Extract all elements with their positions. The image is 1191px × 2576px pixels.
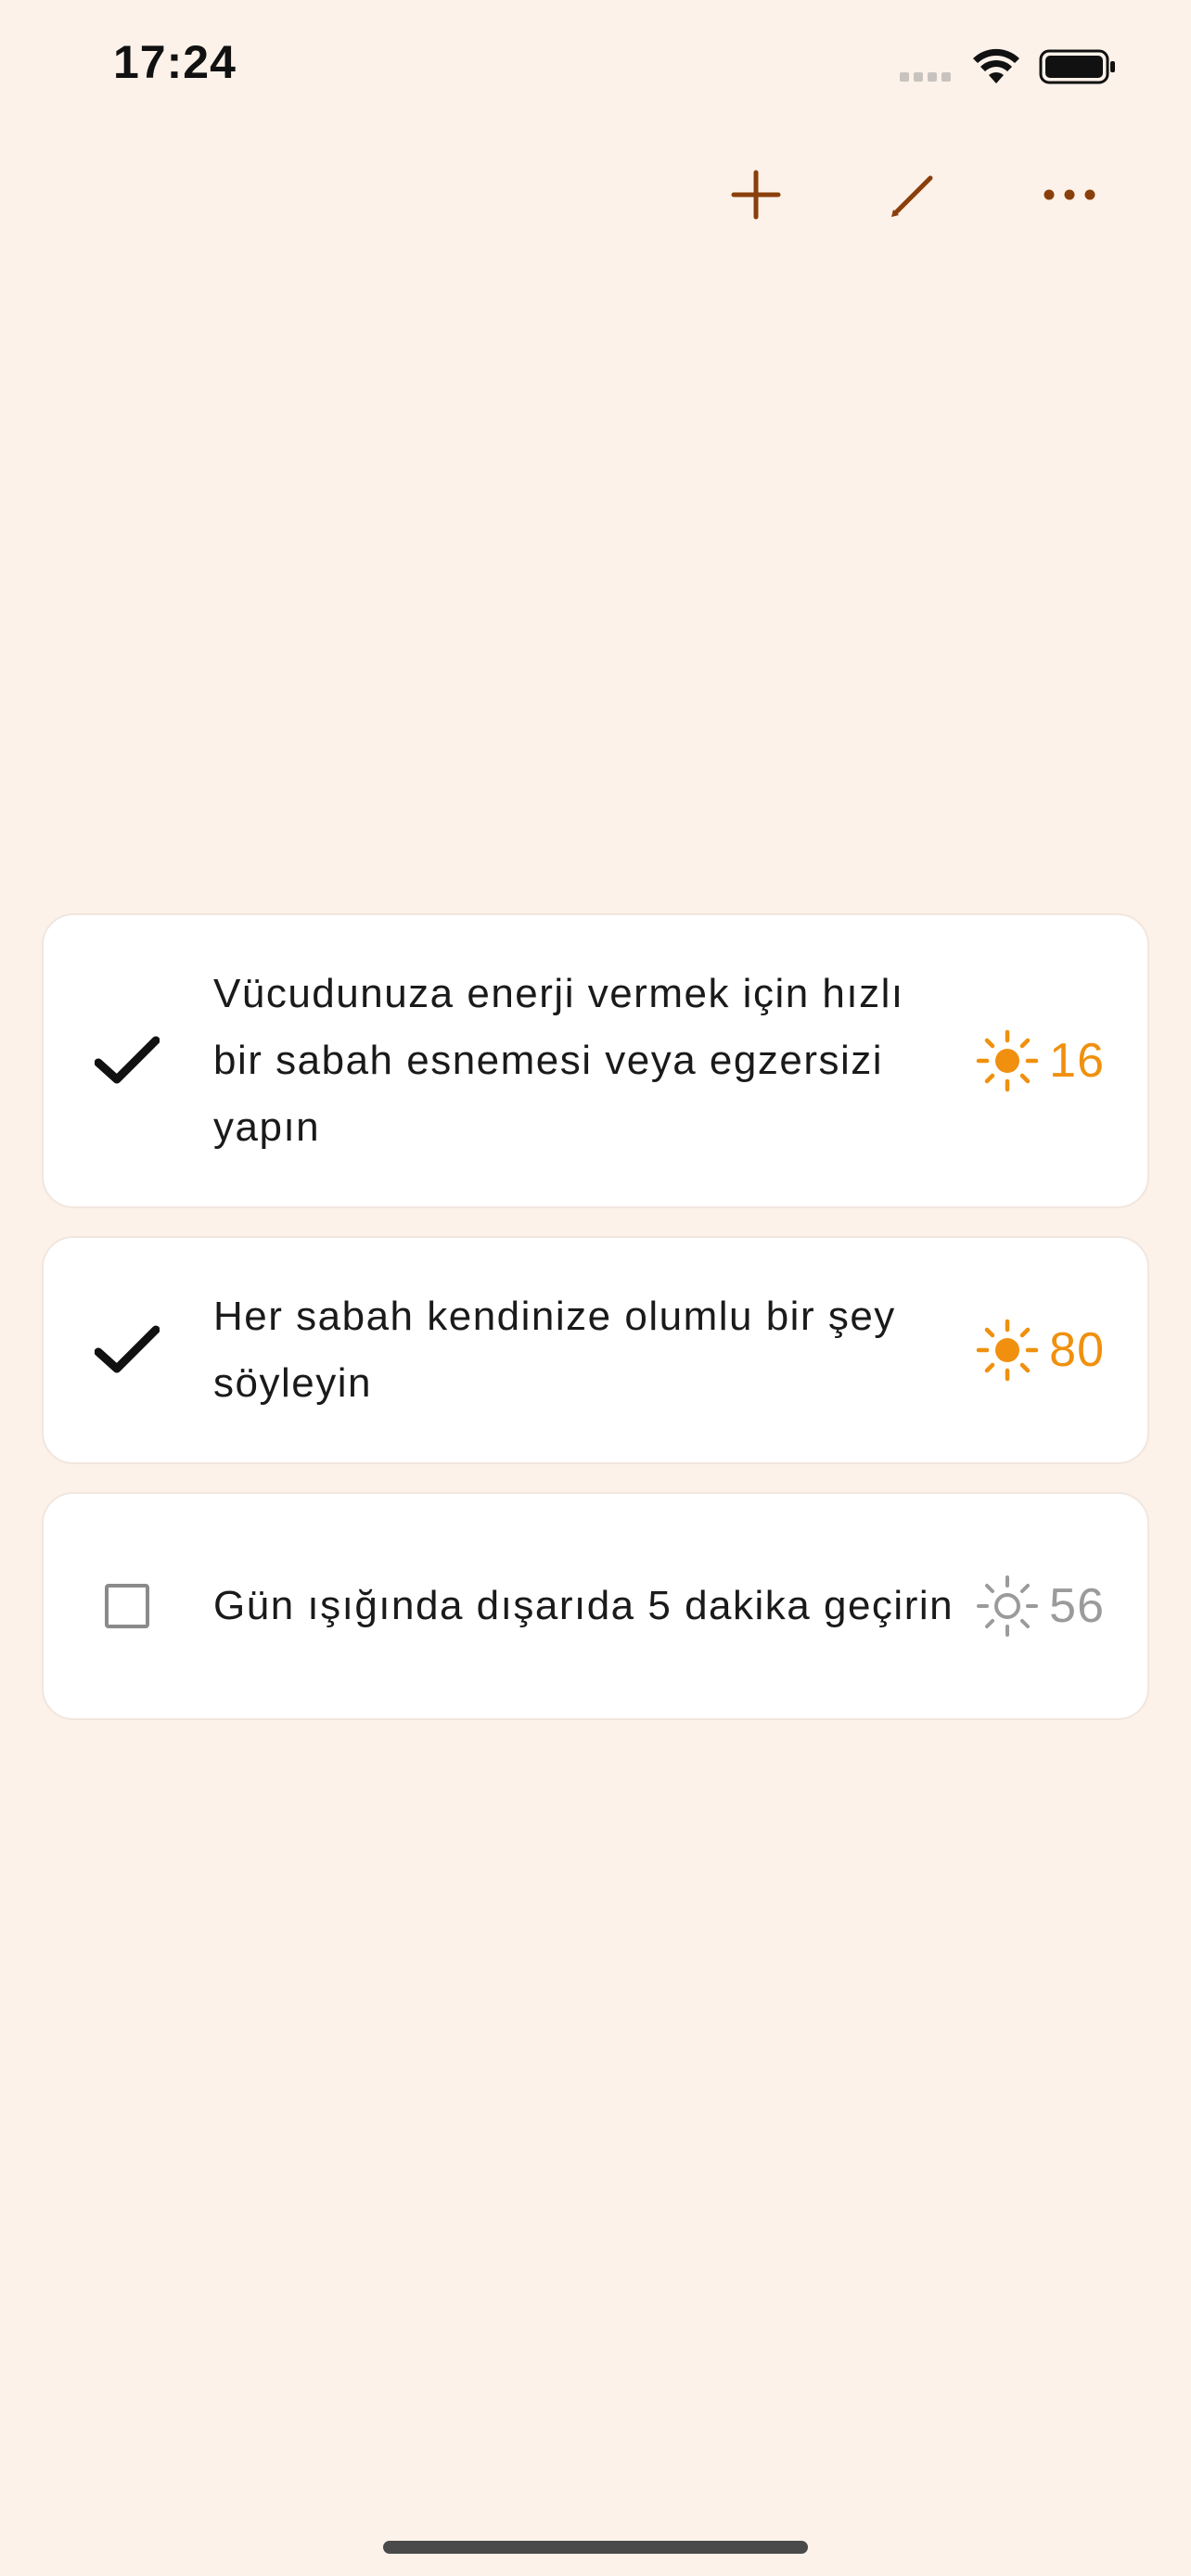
battery-icon (1039, 49, 1115, 84)
checkmark-icon (95, 1325, 160, 1373)
task-text: Vücudunuza enerji vermek için hızlı bir … (213, 971, 904, 1150)
task-card[interactable]: Vücudunuza enerji vermek için hızlı bir … (42, 913, 1149, 1208)
task-card[interactable]: Gün ışığında dışarıda 5 dakika geçirin 5… (42, 1492, 1149, 1720)
home-indicator[interactable] (383, 2541, 808, 2554)
task-checkbox[interactable] (90, 1024, 164, 1098)
more-button[interactable] (1028, 153, 1111, 236)
pencil-icon (891, 175, 933, 217)
points-value: 56 (1049, 1579, 1105, 1633)
cellular-signal-icon (900, 72, 951, 82)
task-text: Her sabah kendinize olumlu bir şey söyle… (213, 1294, 896, 1406)
task-card[interactable]: Her sabah kendinize olumlu bir şey söyle… (42, 1236, 1149, 1464)
task-list: Vücudunuza enerji vermek için hızlı bir … (42, 913, 1149, 1748)
checkmark-icon (95, 1036, 160, 1084)
sun-outline-icon (977, 1575, 1039, 1637)
empty-checkbox-icon (105, 1584, 149, 1628)
sun-icon (976, 1029, 1039, 1092)
status-time: 17:24 (113, 36, 237, 88)
edit-button[interactable] (872, 153, 955, 236)
task-points: 16 (975, 1028, 1105, 1093)
ellipsis-icon (1044, 189, 1095, 200)
task-text: Gün ışığında dışarıda 5 dakika geçirin (213, 1583, 954, 1628)
sun-icon (976, 1319, 1039, 1382)
wifi-icon (973, 48, 1019, 83)
status-bar: 17:24 (0, 0, 1191, 139)
points-value: 80 (1049, 1323, 1105, 1377)
task-checkbox[interactable] (90, 1313, 164, 1387)
task-checkbox[interactable] (90, 1569, 164, 1643)
plus-icon (731, 170, 781, 220)
task-points: 80 (975, 1318, 1105, 1383)
points-value: 16 (1049, 1034, 1105, 1088)
add-button[interactable] (714, 153, 798, 236)
task-points: 56 (975, 1574, 1105, 1639)
toolbar (0, 153, 1191, 236)
